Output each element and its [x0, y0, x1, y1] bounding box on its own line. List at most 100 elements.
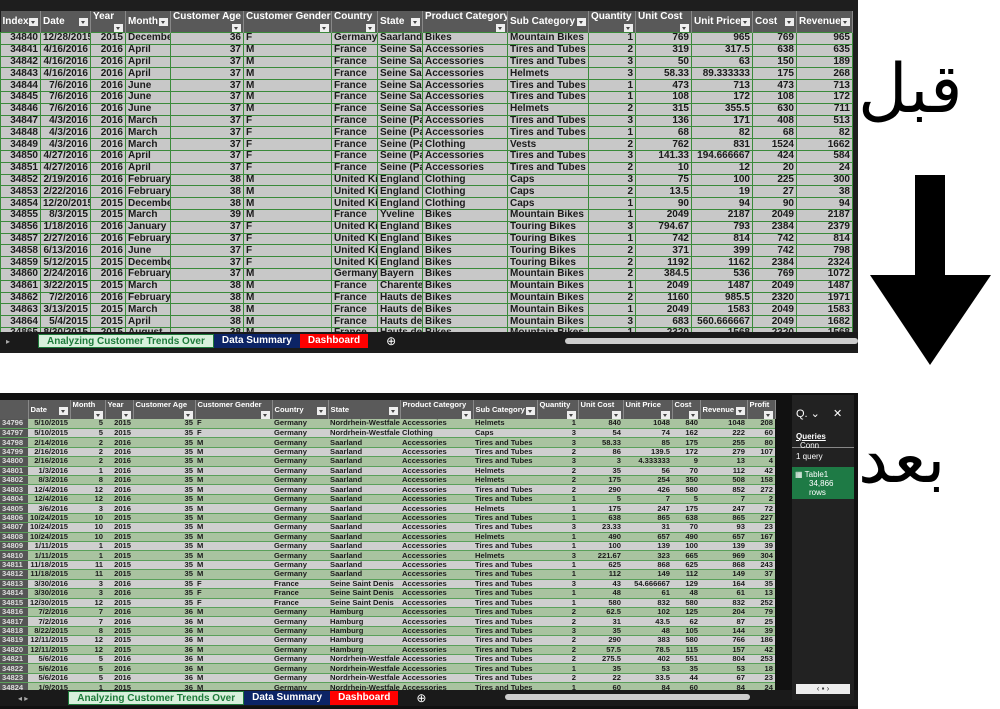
table-cell[interactable]: 38	[170, 291, 244, 305]
table-cell[interactable]: Accessories	[400, 484, 473, 495]
table-cell[interactable]: 7	[70, 607, 105, 618]
table-cell[interactable]: France	[331, 67, 378, 81]
table-cell[interactable]: 75	[635, 173, 692, 187]
table-cell[interactable]: Tires and Tubes	[473, 437, 537, 448]
table-cell[interactable]: 125	[672, 607, 700, 618]
table-cell[interactable]: 34811	[0, 560, 28, 571]
table-cell[interactable]: F	[243, 256, 332, 269]
table-cell[interactable]: 253	[747, 654, 775, 665]
table-cell[interactable]: Nordrhein-Westfalen	[328, 663, 400, 674]
table-cell[interactable]: 23	[747, 522, 775, 533]
table-cell[interactable]: 12	[70, 635, 105, 646]
table-cell[interactable]: Accessories	[422, 43, 508, 57]
table-cell[interactable]: Germany	[272, 494, 328, 505]
table-cell[interactable]: 473	[635, 79, 692, 92]
table-cell[interactable]: 3	[588, 55, 636, 69]
table-cell[interactable]: 3	[537, 437, 578, 448]
table-cell[interactable]: 35	[133, 541, 195, 552]
table-cell[interactable]: Accessories	[422, 126, 508, 140]
filter-dropdown-icon[interactable]	[624, 24, 633, 32]
filter-dropdown-icon[interactable]	[577, 18, 586, 26]
table-cell[interactable]: Mountain Bikes	[507, 32, 589, 45]
table-cell[interactable]: 7/6/2016	[40, 79, 91, 92]
table-cell[interactable]: M	[195, 475, 272, 486]
table-cell[interactable]: 638	[752, 43, 797, 57]
table-cell[interactable]: 67	[700, 673, 747, 684]
table-cell[interactable]: 536	[691, 267, 753, 281]
table-cell[interactable]: 34803	[0, 484, 28, 495]
table-cell[interactable]: France	[331, 315, 378, 328]
table-cell[interactable]: 34815	[0, 598, 28, 608]
table-cell[interactable]: 139	[700, 541, 747, 552]
table-cell[interactable]: Germany	[272, 569, 328, 580]
table-cell[interactable]: Accessories	[400, 607, 473, 618]
table-cell[interactable]: 304	[747, 550, 775, 561]
table-cell[interactable]: Bikes	[422, 244, 508, 258]
table-cell[interactable]: 1583	[796, 303, 853, 317]
table-cell[interactable]: June	[125, 79, 171, 92]
table-cell[interactable]: 2	[588, 138, 636, 151]
table-cell[interactable]: France	[331, 102, 378, 116]
table-cell[interactable]: 3/22/2015	[40, 279, 91, 293]
table-cell[interactable]: 12/20/2015	[40, 197, 91, 210]
table-cell[interactable]: 37	[170, 220, 244, 234]
table-cell[interactable]: 5	[70, 654, 105, 665]
filter-dropdown-icon[interactable]	[660, 411, 670, 419]
table-cell[interactable]: 78.5	[623, 645, 672, 656]
table-cell[interactable]: 4/27/2016	[40, 161, 91, 175]
table-cell[interactable]: M	[195, 541, 272, 552]
table-cell[interactable]: 34818	[0, 626, 28, 637]
tab-data-summary[interactable]: Data Summary	[213, 334, 300, 348]
table-cell[interactable]: 189	[796, 55, 853, 69]
table-cell[interactable]: March	[125, 114, 171, 128]
table-cell[interactable]: 254	[623, 475, 672, 486]
table-cell[interactable]: France	[331, 114, 378, 128]
table-cell[interactable]: Tires and Tubes	[473, 513, 537, 524]
table-cell[interactable]: 2016	[90, 43, 126, 57]
table-cell[interactable]: 657	[623, 532, 672, 543]
table-cell[interactable]: 252	[747, 598, 775, 608]
table-cell[interactable]: 225	[752, 173, 797, 187]
table-cell[interactable]: 5/12/2015	[40, 256, 91, 269]
table-cell[interactable]: 1	[537, 532, 578, 543]
table-cell[interactable]: 8/3/2016	[28, 475, 70, 486]
table-cell[interactable]: 80	[747, 437, 775, 448]
table-cell[interactable]: France	[331, 303, 378, 317]
table-cell[interactable]: Mountain Bikes	[507, 208, 589, 222]
table-cell[interactable]: 3/13/2015	[40, 303, 91, 317]
table-cell[interactable]: 7	[700, 494, 747, 505]
table-cell[interactable]: 11/18/2015	[28, 569, 70, 580]
table-cell[interactable]: Saarland	[328, 437, 400, 448]
table-cell[interactable]: Germany	[272, 673, 328, 684]
table-cell[interactable]: M	[195, 447, 272, 458]
table-cell[interactable]: 34840	[0, 32, 41, 45]
table-cell[interactable]: December	[125, 197, 171, 210]
table-cell[interactable]: Accessories	[400, 532, 473, 543]
table-cell[interactable]: France	[272, 598, 328, 608]
table-cell[interactable]: 3	[70, 503, 105, 514]
table-cell[interactable]: 2016	[105, 494, 133, 505]
table-cell[interactable]: Accessories	[400, 663, 473, 674]
table-cell[interactable]: F	[243, 114, 332, 128]
table-cell[interactable]: M	[195, 437, 272, 448]
table-cell[interactable]: 48	[623, 626, 672, 637]
table-cell[interactable]: Tires and Tubes	[507, 126, 589, 140]
table-cell[interactable]: 814	[796, 232, 853, 246]
filter-dropdown-icon[interactable]	[316, 406, 326, 415]
table-cell[interactable]: 315	[635, 102, 692, 116]
table-cell[interactable]: 713	[796, 79, 853, 92]
table-cell[interactable]: 12/4/2016	[28, 494, 70, 505]
table-cell[interactable]: 2	[537, 654, 578, 665]
table-cell[interactable]: 35	[133, 428, 195, 439]
table-cell[interactable]: Tires and Tubes	[473, 607, 537, 618]
table-cell[interactable]: Hauts de Seine	[377, 291, 423, 305]
table-cell[interactable]: 100	[672, 541, 700, 552]
table-cell[interactable]: 34841	[0, 43, 41, 57]
table-cell[interactable]: Hauts de Seine	[377, 315, 423, 328]
table-cell[interactable]: March	[125, 208, 171, 222]
table-cell[interactable]: Accessories	[400, 503, 473, 514]
table-cell[interactable]: 3/30/2016	[28, 579, 70, 590]
table-cell[interactable]: 2015	[105, 626, 133, 637]
table-cell[interactable]: M	[195, 663, 272, 674]
table-cell[interactable]: Tires and Tubes	[473, 654, 537, 665]
